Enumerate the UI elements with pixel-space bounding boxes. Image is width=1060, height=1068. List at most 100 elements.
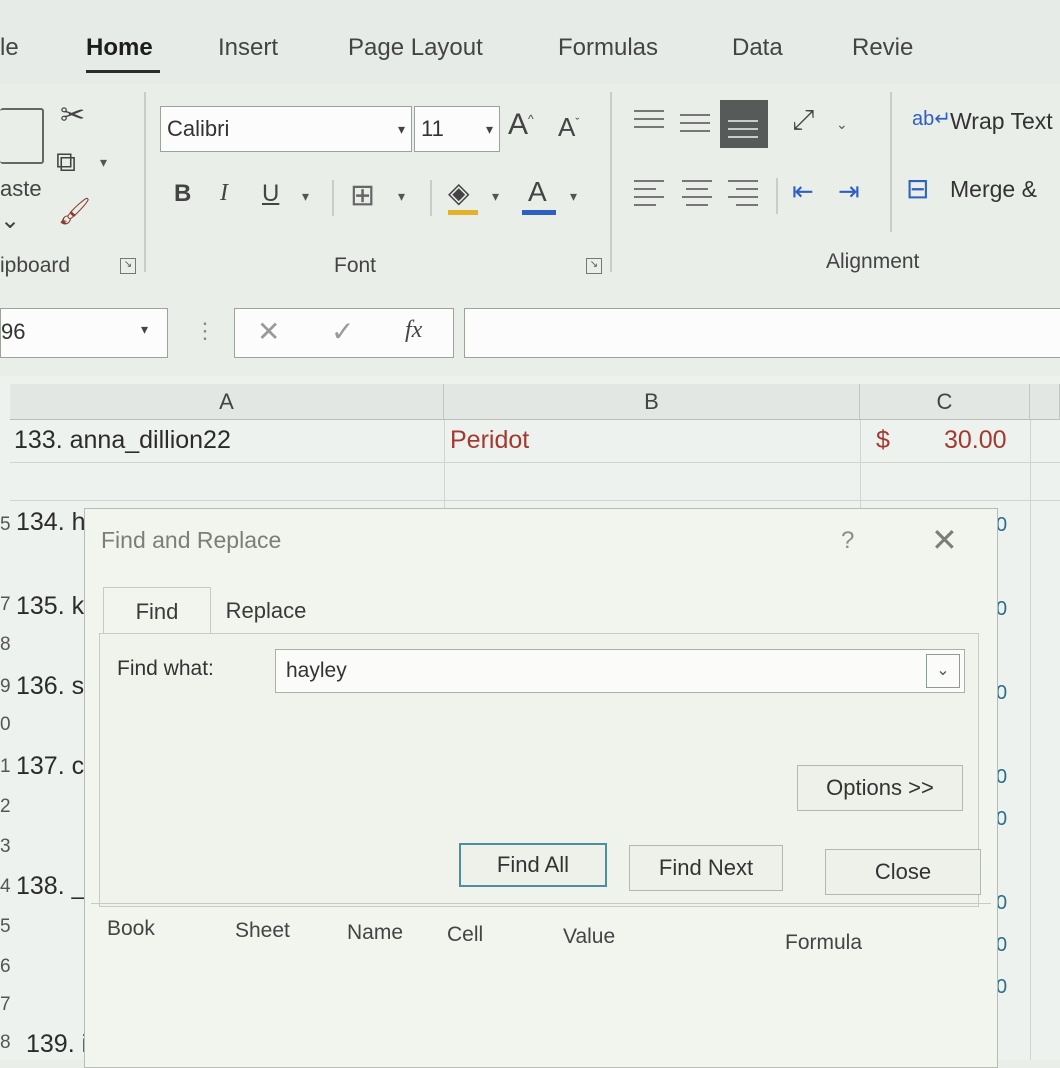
align-left-icon[interactable] (634, 176, 668, 210)
tab-file[interactable]: le (0, 34, 19, 62)
font-color-icon[interactable]: A (528, 176, 547, 208)
align-middle-icon[interactable] (680, 108, 714, 136)
close-button[interactable]: Close (825, 849, 981, 895)
formula-buttons: ✕ ✓ fx (234, 308, 454, 358)
find-next-button[interactable]: Find Next (629, 845, 783, 891)
formula-bar-grip-icon[interactable]: ⋮ (194, 318, 216, 344)
row-header[interactable]: 3 (0, 836, 11, 858)
cell-a-137[interactable]: 137. c (16, 752, 84, 781)
results-col-sheet[interactable]: Sheet (235, 919, 290, 943)
tab-home[interactable]: Home (86, 34, 153, 62)
find-all-button[interactable]: Find All (459, 843, 607, 887)
orientation-icon[interactable]: ⤢ (792, 104, 814, 137)
tab-page-layout[interactable]: Page Layout (348, 34, 483, 62)
align-right-icon[interactable] (728, 176, 762, 210)
row-header[interactable]: 8 (0, 1032, 11, 1054)
chevron-down-icon[interactable]: ▾ (141, 321, 148, 338)
copy-dropdown-icon[interactable]: ▾ (100, 154, 107, 171)
results-col-formula[interactable]: Formula (785, 931, 862, 955)
tab-data[interactable]: Data (732, 34, 783, 62)
increase-indent-icon[interactable]: ⇥ (838, 176, 860, 207)
cell-a-133[interactable]: 133. anna_dillion22 (14, 426, 231, 455)
row-header[interactable]: 4 (0, 876, 11, 898)
name-box[interactable]: 96 ▾ (0, 308, 168, 358)
merge-center-button[interactable]: Merge & (950, 176, 1037, 203)
copy-icon[interactable]: ⧉ (56, 146, 76, 179)
cell-c-133[interactable]: 30.00 (944, 426, 1007, 455)
paste-icon[interactable] (0, 108, 44, 164)
underline-button[interactable]: U (262, 180, 279, 208)
grow-font-icon[interactable]: A^ (508, 108, 534, 142)
wrap-text-icon[interactable]: ab↵ (912, 106, 951, 131)
tab-review[interactable]: Revie (852, 34, 913, 62)
gridline (10, 500, 1060, 501)
orientation-dropdown-icon[interactable]: ⌄ (836, 116, 848, 133)
tab-insert[interactable]: Insert (218, 34, 278, 62)
column-header-a[interactable]: A (10, 384, 444, 420)
chevron-down-icon[interactable]: ▾ (486, 107, 493, 151)
paste-dropdown-icon[interactable]: ⌄ (0, 206, 20, 235)
cell-a-139[interactable]: 139. ii (26, 1030, 93, 1059)
cell-a-134[interactable]: 134. h (16, 508, 86, 537)
cell-a-136[interactable]: 136. s (16, 672, 84, 701)
results-col-name[interactable]: Name (347, 921, 403, 945)
paste-label[interactable]: aste (0, 176, 42, 202)
font-name-box[interactable]: Calibri ▾ (160, 106, 412, 152)
font-launcher-icon[interactable]: ↘ (586, 258, 602, 274)
fill-color-dropdown-icon[interactable]: ▾ (492, 188, 499, 205)
row-header[interactable]: 1 (0, 756, 11, 778)
cell-a-135[interactable]: 135. k (16, 592, 84, 621)
row-header[interactable]: 7 (0, 994, 11, 1016)
row-header[interactable]: 7 (0, 594, 11, 616)
cell-a-138[interactable]: 138. _ (16, 872, 86, 901)
align-top-icon[interactable] (634, 108, 668, 136)
font-color-dropdown-icon[interactable]: ▾ (570, 188, 577, 205)
cell-b-133[interactable]: Peridot (450, 426, 529, 455)
decrease-indent-icon[interactable]: ⇤ (792, 176, 814, 207)
formula-input[interactable] (464, 308, 1060, 358)
shrink-font-icon[interactable]: Aˇ (558, 112, 579, 143)
column-header-c[interactable]: C (860, 384, 1030, 420)
results-col-value[interactable]: Value (563, 925, 615, 949)
row-header[interactable]: 2 (0, 796, 11, 818)
italic-button[interactable]: I (220, 180, 228, 207)
align-bottom-icon[interactable] (720, 100, 768, 148)
align-center-icon[interactable] (682, 176, 716, 210)
grow-font-glyph: A (508, 108, 529, 141)
cancel-icon[interactable]: ✕ (257, 315, 280, 348)
row-header[interactable]: 5 (0, 916, 11, 938)
row-header[interactable]: 0 (0, 714, 11, 736)
chevron-down-icon[interactable]: ⌄ (926, 654, 960, 688)
chevron-down-icon[interactable]: ▾ (398, 107, 405, 151)
tab-replace[interactable]: Replace (211, 587, 321, 635)
bold-button[interactable]: B (174, 180, 191, 208)
clipboard-launcher-icon[interactable]: ↘ (120, 258, 136, 274)
format-painter-icon[interactable]: 🖌 (58, 196, 91, 227)
cell-c-133-currency[interactable]: $ (876, 426, 890, 455)
options-button[interactable]: Options >> (797, 765, 963, 811)
close-icon[interactable]: ✕ (931, 521, 958, 559)
find-what-input[interactable]: hayley ⌄ (275, 649, 965, 693)
tab-find[interactable]: Find (103, 587, 211, 635)
font-size-box[interactable]: 11 ▾ (414, 106, 500, 152)
enter-check-icon[interactable]: ✓ (331, 315, 354, 348)
column-header-d[interactable] (1030, 384, 1060, 420)
wrap-text-button[interactable]: Wrap Text (950, 108, 1053, 135)
results-col-book[interactable]: Book (107, 917, 155, 941)
results-col-cell[interactable]: Cell (447, 923, 483, 947)
tab-formulas[interactable]: Formulas (558, 34, 658, 62)
underline-dropdown-icon[interactable]: ▾ (302, 188, 309, 205)
row-header[interactable]: 8 (0, 634, 11, 656)
merge-icon[interactable]: ⊟ (906, 172, 929, 205)
row-header[interactable]: 6 (0, 956, 11, 978)
borders-dropdown-icon[interactable]: ▾ (398, 188, 405, 205)
fill-color-icon[interactable]: ◈ (448, 176, 470, 209)
column-header-b[interactable]: B (444, 384, 860, 420)
cut-icon[interactable]: ✂ (60, 98, 85, 133)
row-header[interactable]: 5 (0, 514, 11, 536)
help-icon[interactable]: ? (841, 527, 854, 555)
borders-icon[interactable]: ⊞ (350, 178, 375, 213)
font-name-value: Calibri (167, 116, 230, 141)
row-header[interactable]: 9 (0, 676, 11, 698)
insert-function-icon[interactable]: fx (405, 317, 422, 344)
